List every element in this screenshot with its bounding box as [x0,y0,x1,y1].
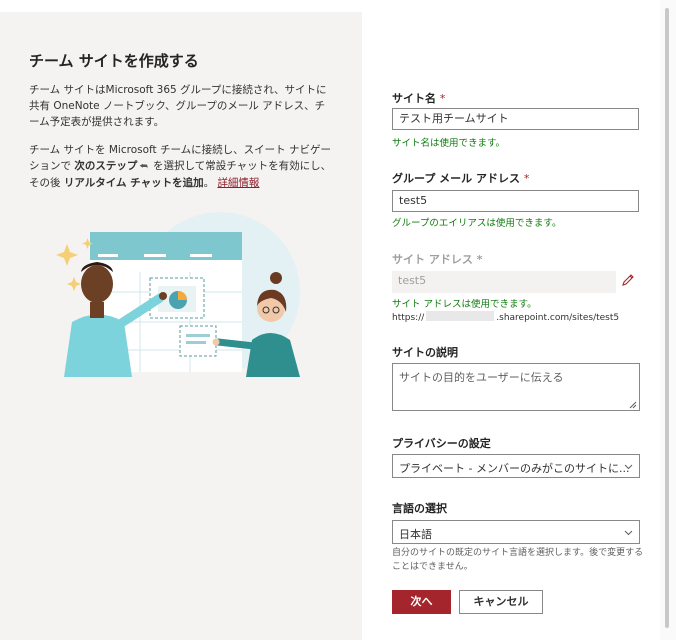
description-label: サイトの説明 [392,346,458,359]
next-button[interactable]: 次へ [392,590,451,614]
group-email-input[interactable]: test5 [392,190,639,212]
group-email-label: グループ メール アドレス * [392,172,530,185]
scrollbar[interactable] [660,0,676,640]
site-address-input: test5 [392,271,616,293]
privacy-select[interactable]: プライベート - メンバーのみがこのサイトに... [392,454,640,478]
chevron-down-icon [624,464,633,470]
site-address-status: サイト アドレスは使用できます。 [392,299,537,310]
site-name-input[interactable]: テスト用チームサイト [392,108,639,130]
language-hint: 自分のサイトの既定のサイト言語を選択します。後で変更することはできません。 [392,548,644,572]
cancel-button[interactable]: キャンセル [459,590,543,614]
language-select[interactable]: 日本語 [392,520,640,544]
send-icon: ⮪ [139,162,148,172]
redacted-tenant [426,311,495,321]
pencil-icon[interactable] [621,273,635,287]
site-url: https://.sharepoint.com/sites/test5 [392,311,620,323]
group-email-status: グループのエイリアスは使用できます。 [392,218,562,229]
scroll-thumb[interactable] [665,8,669,628]
language-value: 日本語 [399,528,432,541]
info-panel: チーム サイトを作成する チーム サイトはMicrosoft 365 グループに… [0,12,362,640]
privacy-label: プライバシーの設定 [392,437,491,450]
chevron-down-icon [624,530,633,536]
panel-title: チーム サイトを作成する [29,52,199,70]
description-textarea[interactable]: サイトの目的をユーザーに伝える [392,363,640,411]
site-address-label: サイト アドレス * [392,253,483,266]
description-placeholder: サイトの目的をユーザーに伝える [399,371,564,384]
panel-teams-info: チーム サイトを Microsoft チームに接続し、スイート ナビゲーションで… [29,144,332,189]
language-label: 言語の選択 [392,502,447,515]
team-illustration [56,212,300,377]
site-name-status: サイト名は使用できます。 [392,138,506,149]
resize-handle-icon[interactable] [629,401,637,409]
site-name-label: サイト名 * [392,92,446,105]
privacy-value: プライベート - メンバーのみがこのサイトに... [399,462,630,475]
learn-more-link[interactable]: 詳細情報 [217,177,259,189]
panel-description: チーム サイトはMicrosoft 365 グループに接続され、サイトに共有 O… [29,84,327,128]
